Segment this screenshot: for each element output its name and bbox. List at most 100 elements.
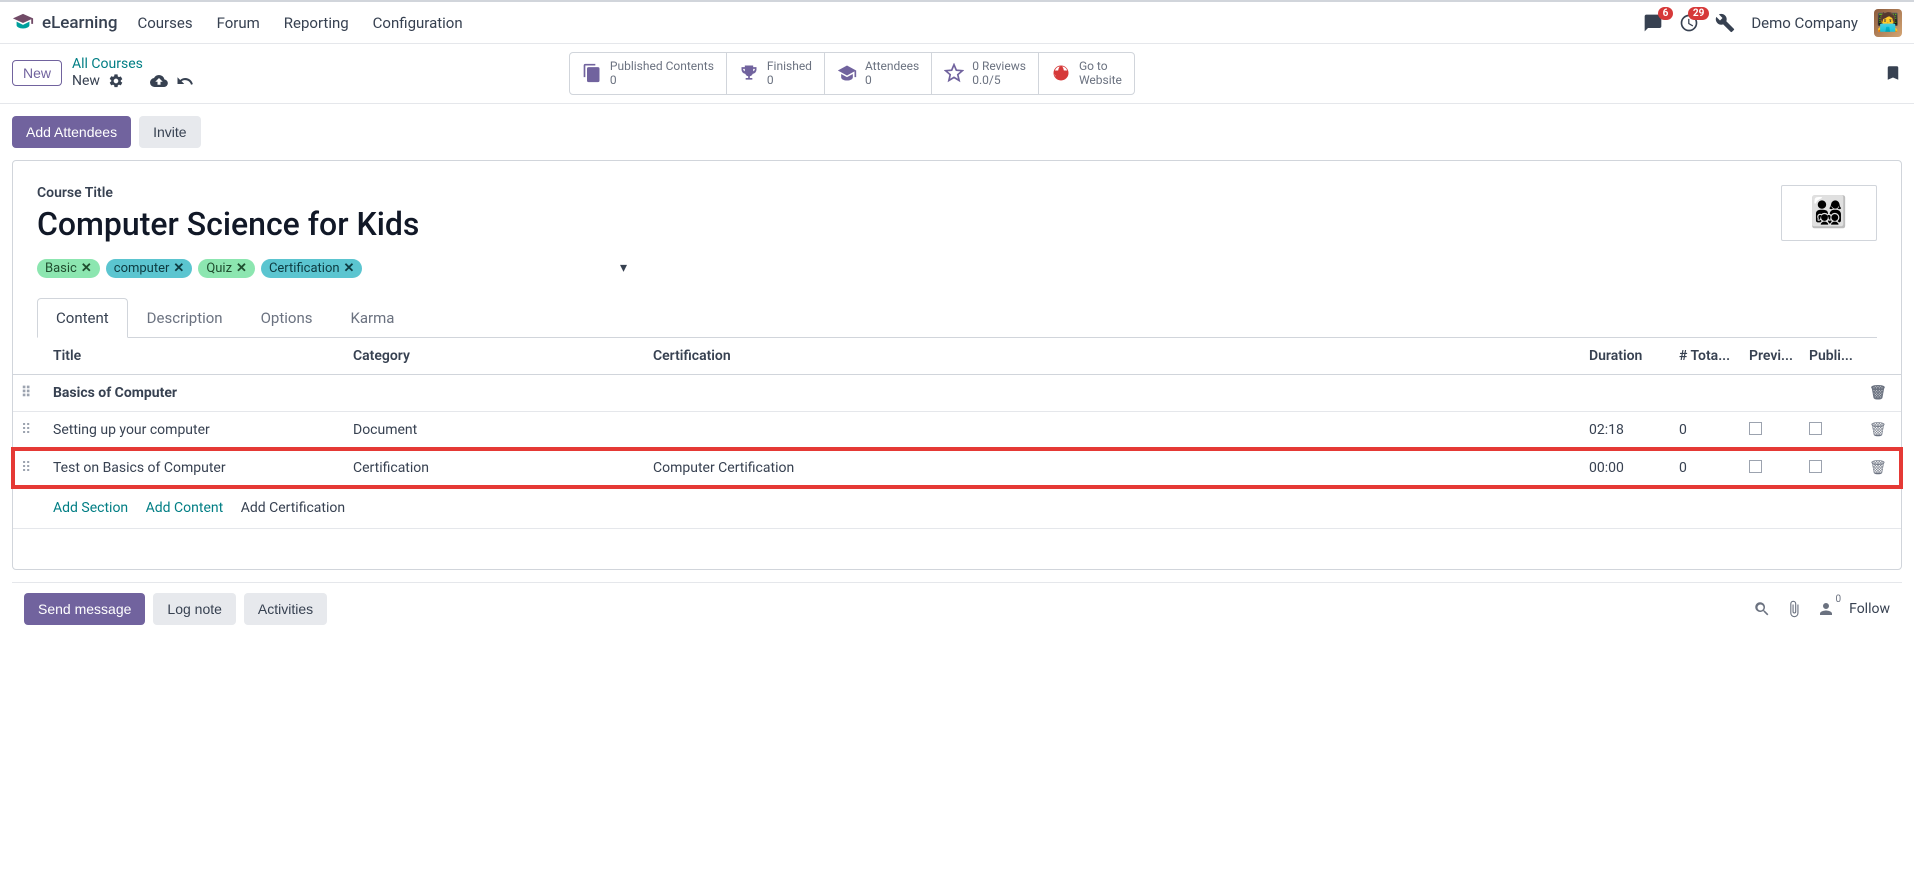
th-preview[interactable]: Previ... [1741, 338, 1801, 375]
th-duration[interactable]: Duration [1581, 338, 1671, 375]
breadcrumb-current: New [72, 73, 100, 89]
stat-reviews[interactable]: 0 Reviews0.0/5 [932, 53, 1039, 94]
course-title-label: Course Title [37, 185, 419, 201]
tag-certification: Certification ✕ [261, 259, 363, 278]
th-published[interactable]: Publi... [1801, 338, 1861, 375]
control-bar: New All Courses New Published Contents 0 … [0, 44, 1914, 104]
course-form-card: Course Title Computer Science for Kids 👨… [12, 160, 1902, 570]
trash-icon[interactable]: 🗑 [1869, 460, 1887, 476]
main-content: Add Attendees Invite Course Title Comput… [0, 104, 1914, 647]
th-total[interactable]: # Tota... [1671, 338, 1741, 375]
cell-duration[interactable]: 00:00 [1581, 449, 1671, 487]
cell-duration[interactable]: 02:18 [1581, 411, 1671, 449]
section-row[interactable]: ⠿ Basics of Computer 🗑 [13, 374, 1901, 411]
cell-category[interactable]: Document [345, 411, 645, 449]
published-checkbox[interactable] [1809, 422, 1822, 435]
table-row[interactable]: ⠿ Setting up your computer Document 02:1… [13, 411, 1901, 449]
preview-checkbox[interactable] [1749, 460, 1762, 473]
nav-right: 6 29 Demo Company 🧑‍💻 [1643, 9, 1902, 37]
new-button[interactable]: New [12, 60, 62, 86]
company-name[interactable]: Demo Company [1751, 14, 1858, 32]
tag-computer: computer ✕ [106, 259, 193, 278]
add-certification-link[interactable]: Add Certification [241, 500, 345, 516]
tag-quiz: Quiz ✕ [198, 259, 255, 278]
user-avatar[interactable]: 🧑‍💻 [1874, 9, 1902, 37]
drag-handle-icon[interactable]: ⠿ [21, 422, 31, 438]
add-content-link[interactable]: Add Content [146, 500, 224, 516]
tag-remove-icon[interactable]: ✕ [236, 261, 247, 276]
tools-icon[interactable] [1715, 13, 1735, 33]
cloud-upload-icon[interactable] [150, 72, 168, 90]
follow-button[interactable]: Follow [1849, 601, 1890, 617]
nav-link-reporting[interactable]: Reporting [284, 14, 349, 32]
cell-title[interactable]: Test on Basics of Computer [45, 449, 345, 487]
tab-karma[interactable]: Karma [331, 298, 413, 338]
cell-certification[interactable] [645, 411, 1581, 449]
activities-button[interactable]: Activities [244, 593, 327, 625]
bookmark-icon[interactable] [1884, 64, 1902, 82]
tab-content[interactable]: Content [37, 298, 128, 338]
stat-value: 0 [767, 73, 812, 87]
stat-label: Published Contents [610, 59, 714, 73]
breadcrumb-root[interactable]: All Courses [72, 56, 194, 72]
cell-certification[interactable]: Computer Certification [645, 449, 1581, 487]
stat-finished[interactable]: Finished0 [727, 53, 825, 94]
add-section-link[interactable]: Add Section [53, 500, 128, 516]
follower-count: 0 [1835, 594, 1841, 605]
trash-icon[interactable]: 🗑 [1869, 422, 1887, 438]
activities-button[interactable]: 29 [1679, 13, 1699, 33]
course-title-input[interactable]: Computer Science for Kids [37, 205, 419, 243]
tabs: Content Description Options Karma [37, 297, 1877, 338]
log-note-button[interactable]: Log note [153, 593, 236, 625]
tab-description[interactable]: Description [128, 298, 242, 338]
section-title[interactable]: Basics of Computer [45, 374, 1861, 411]
cell-title[interactable]: Setting up your computer [45, 411, 345, 449]
tag-remove-icon[interactable]: ✕ [81, 261, 92, 276]
stat-go-to-website[interactable]: Go toWebsite [1039, 53, 1134, 94]
tags-dropdown-caret[interactable]: ▾ [620, 260, 627, 276]
table-row-highlighted[interactable]: ⠿ Test on Basics of Computer Certificati… [13, 449, 1901, 487]
add-attendees-button[interactable]: Add Attendees [12, 116, 131, 148]
content-table: Title Category Certification Duration # … [13, 338, 1901, 529]
stat-value: Website [1079, 73, 1122, 87]
attachment-icon[interactable] [1785, 600, 1803, 618]
th-title[interactable]: Title [45, 338, 345, 375]
course-thumbnail[interactable]: 👨‍👩‍👧‍👦 [1781, 185, 1877, 241]
invite-button[interactable]: Invite [139, 116, 200, 148]
search-icon[interactable] [1753, 600, 1771, 618]
tab-options[interactable]: Options [242, 298, 332, 338]
stat-attendees[interactable]: Attendees0 [825, 53, 932, 94]
th-category[interactable]: Category [345, 338, 645, 375]
cell-total[interactable]: 0 [1671, 449, 1741, 487]
messages-button[interactable]: 6 [1643, 13, 1663, 33]
tag-remove-icon[interactable]: ✕ [173, 261, 184, 276]
brand-text: eLearning [42, 13, 117, 33]
graduation-cap-icon [837, 63, 857, 83]
followers-button[interactable]: 0 [1817, 600, 1835, 618]
drag-handle-icon[interactable]: ⠿ [21, 460, 31, 476]
nav-link-configuration[interactable]: Configuration [373, 14, 463, 32]
tag-basic: Basic ✕ [37, 259, 100, 278]
gear-icon[interactable] [108, 73, 124, 89]
published-checkbox[interactable] [1809, 460, 1822, 473]
stat-value: 0 [865, 73, 919, 87]
brand[interactable]: eLearning [12, 12, 117, 34]
tag-remove-icon[interactable]: ✕ [344, 261, 355, 276]
action-buttons: Add Attendees Invite [12, 116, 1902, 148]
nav-link-forum[interactable]: Forum [217, 14, 260, 32]
stat-label: Go to [1079, 59, 1122, 73]
tags-field[interactable]: Basic ✕ computer ✕ Quiz ✕ Certification … [37, 259, 627, 279]
th-certification[interactable]: Certification [645, 338, 1581, 375]
cell-category[interactable]: Certification [345, 449, 645, 487]
trophy-icon [739, 63, 759, 83]
preview-checkbox[interactable] [1749, 422, 1762, 435]
cell-total[interactable]: 0 [1671, 411, 1741, 449]
send-message-button[interactable]: Send message [24, 593, 145, 625]
nav-link-courses[interactable]: Courses [137, 14, 192, 32]
user-icon [1817, 600, 1835, 618]
stat-value: 0 [610, 73, 714, 87]
undo-icon[interactable] [176, 72, 194, 90]
trash-icon[interactable]: 🗑 [1869, 385, 1887, 401]
stat-published-contents[interactable]: Published Contents0 [570, 53, 727, 94]
drag-handle-icon[interactable]: ⠿ [21, 385, 31, 401]
